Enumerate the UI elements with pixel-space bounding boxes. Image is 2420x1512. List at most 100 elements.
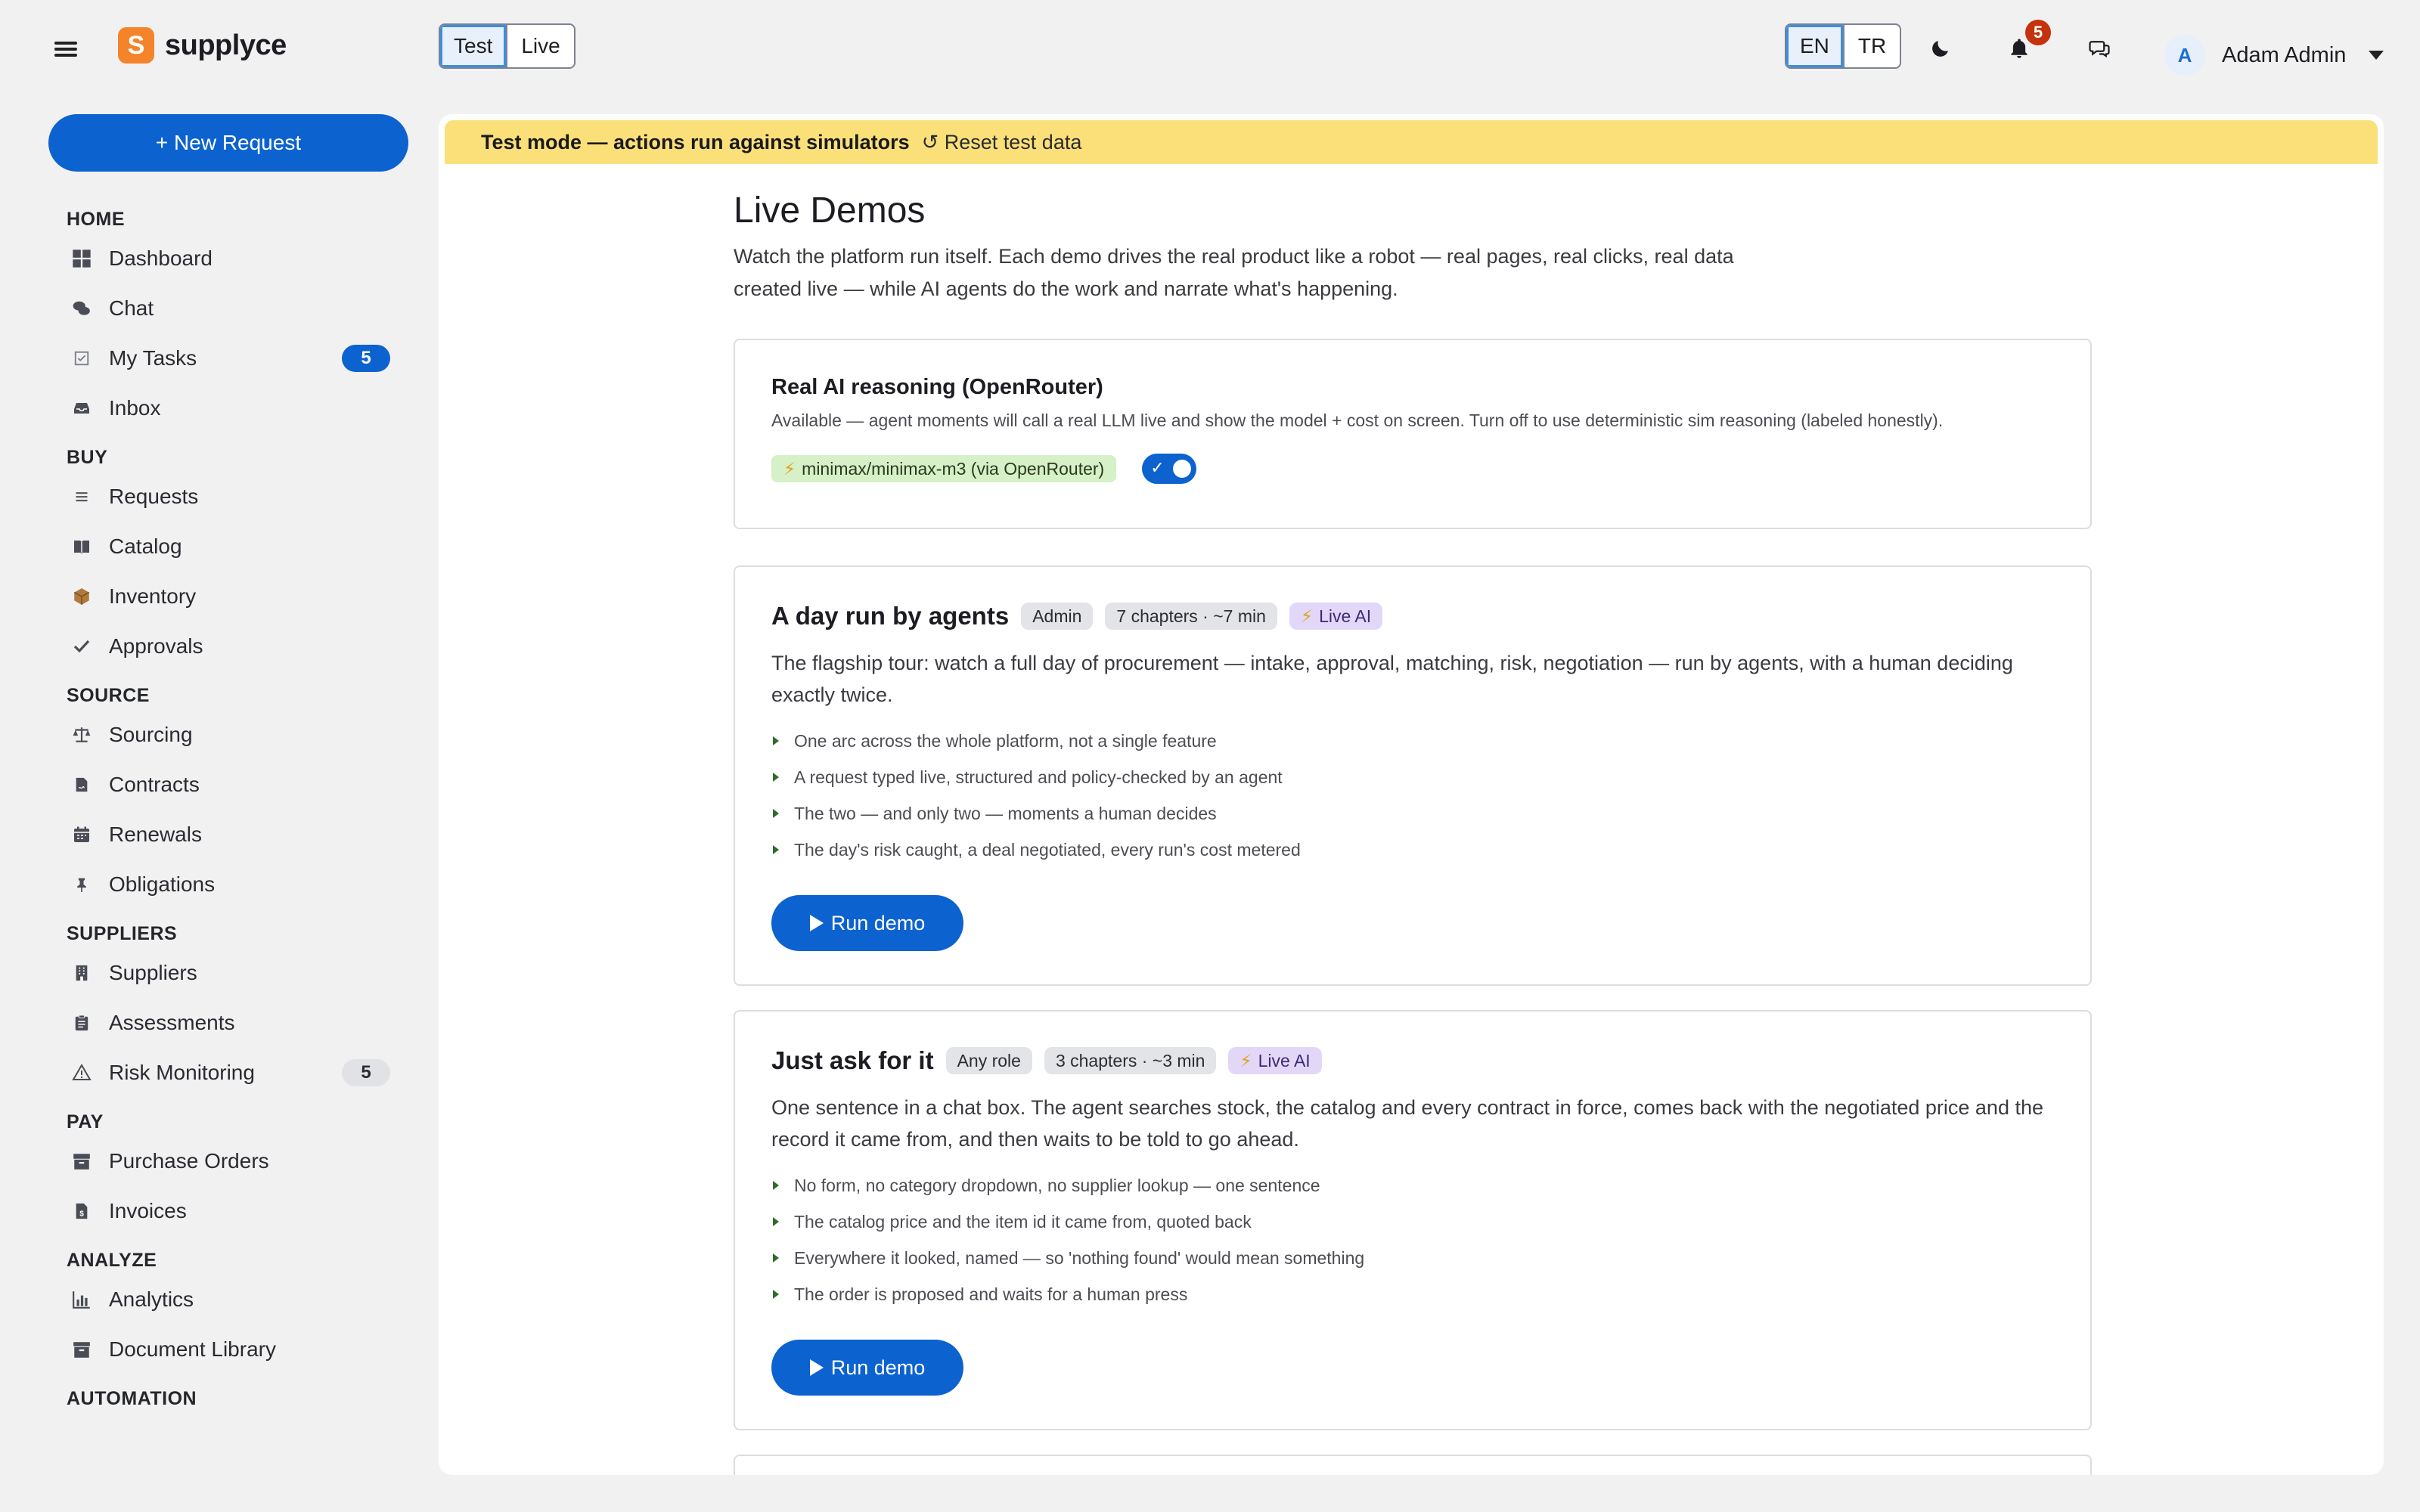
bullet-text: A request typed live, structured and pol…	[794, 767, 1283, 787]
run-demo-button[interactable]: Run demo	[771, 895, 963, 951]
list-item: Everywhere it looked, named — so 'nothin…	[771, 1240, 2054, 1276]
sidebar-item-label: Chat	[109, 296, 154, 320]
sidebar-item-assessments[interactable]: Assessments	[48, 998, 408, 1048]
bullet-triangle-icon	[773, 845, 779, 854]
demo-title: A day run by agents	[771, 602, 1010, 630]
lightning-icon: ⚡	[1300, 606, 1314, 626]
sidebar-item-analytics[interactable]: Analytics	[48, 1275, 408, 1325]
user-menu[interactable]: A Adam Admin	[2164, 35, 2384, 76]
svg-text:$: $	[79, 1210, 84, 1218]
mode-test-option[interactable]: Test	[440, 25, 507, 67]
sidebar-item-inventory[interactable]: Inventory	[48, 572, 408, 621]
scale-icon	[70, 723, 94, 747]
sidebar-section-analyze: ANALYZE	[67, 1250, 157, 1271]
risk-count-badge: 5	[342, 1059, 390, 1086]
mode-live-option[interactable]: Live	[506, 25, 573, 67]
notifications-count-badge: 5	[2025, 20, 2051, 45]
sidebar-item-sourcing[interactable]: Sourcing	[48, 710, 408, 760]
top-bar: S supplyce Test Live EN TR 5 A Adam Admi…	[0, 0, 2420, 98]
list-icon	[70, 485, 94, 509]
hamburger-menu-icon[interactable]	[54, 39, 77, 59]
lightning-icon: ⚡	[1239, 1050, 1252, 1070]
play-icon	[809, 1359, 824, 1376]
bullet-triangle-icon	[773, 1290, 779, 1299]
duration-tag: 3 chapters · ~3 min	[1044, 1047, 1217, 1074]
clipboard-icon	[70, 1011, 94, 1035]
next-demo-card	[734, 1455, 2092, 1475]
warning-icon	[70, 1061, 94, 1085]
sidebar-item-label: Approvals	[109, 634, 203, 658]
model-pill: ⚡ minimax/minimax-m3 (via OpenRouter)	[771, 455, 1117, 482]
sidebar-section-home: HOME	[67, 209, 125, 230]
user-name: Adam Admin	[2222, 42, 2347, 67]
logo[interactable]: S supplyce	[118, 27, 287, 64]
ai-reasoning-toggle[interactable]: ✓	[1142, 454, 1197, 484]
sidebar-item-inbox[interactable]: Inbox	[48, 383, 408, 433]
sidebar-item-approvals[interactable]: Approvals	[48, 621, 408, 671]
sidebar-item-label: Obligations	[109, 872, 216, 896]
archive-icon	[70, 1149, 94, 1173]
lang-en-option[interactable]: EN	[1786, 25, 1843, 67]
page-title: Live Demos	[734, 191, 926, 231]
sidebar-section-buy: BUY	[67, 447, 108, 468]
check-icon: ✓	[1150, 458, 1165, 477]
sidebar-item-label: Purchase Orders	[109, 1149, 269, 1173]
bullet-text: Everywhere it looked, named — so 'nothin…	[794, 1247, 1365, 1268]
role-tag: Admin	[1021, 603, 1094, 630]
sidebar-item-label: Invoices	[109, 1199, 187, 1222]
run-demo-label: Run demo	[830, 911, 926, 934]
lang-tr-option[interactable]: TR	[1842, 25, 1900, 67]
sidebar-item-label: Inventory	[109, 584, 197, 608]
chevron-down-icon	[2369, 51, 2384, 60]
sidebar-item-catalog[interactable]: Catalog	[48, 522, 408, 572]
sidebar-item-obligations[interactable]: Obligations	[48, 860, 408, 909]
sidebar-item-my-tasks[interactable]: My Tasks 5	[48, 333, 408, 383]
sidebar: HOME Dashboard Chat My Tasks 5 Inbox BUY…	[48, 197, 408, 1482]
bullet-triangle-icon	[773, 1181, 779, 1190]
sidebar-item-label: Sourcing	[109, 723, 193, 746]
sidebar-item-contracts[interactable]: Contracts	[48, 760, 408, 810]
run-demo-button[interactable]: Run demo	[771, 1340, 963, 1396]
invoice-icon: $	[70, 1199, 94, 1223]
new-request-button[interactable]: + New Request	[48, 114, 408, 172]
demo-bullets: No form, no category dropdown, no suppli…	[771, 1167, 2054, 1312]
live-ai-label: Live AI	[1258, 1050, 1311, 1070]
demo-description: One sentence in a chat box. The agent se…	[771, 1096, 2044, 1151]
toggle-knob	[1173, 460, 1192, 478]
sidebar-item-purchase-orders[interactable]: Purchase Orders	[48, 1136, 408, 1186]
demo-description: The flagship tour: watch a full day of p…	[771, 652, 2013, 706]
sidebar-item-label: Contracts	[109, 773, 200, 796]
sidebar-item-requests[interactable]: Requests	[48, 472, 408, 522]
demo-card: A day run by agents Admin 7 chapters · ~…	[734, 565, 2092, 986]
messages-icon[interactable]	[2084, 33, 2114, 64]
language-switch: EN TR	[1785, 23, 1902, 69]
sidebar-item-document-library[interactable]: Document Library	[48, 1325, 408, 1374]
dark-mode-icon[interactable]	[1925, 33, 1956, 64]
library-icon	[70, 1337, 94, 1362]
sidebar-item-label: Analytics	[109, 1287, 194, 1311]
sidebar-item-chat[interactable]: Chat	[48, 284, 408, 333]
bullet-triangle-icon	[773, 809, 779, 818]
sidebar-section-automation: AUTOMATION	[67, 1388, 197, 1409]
calendar-icon	[70, 823, 94, 847]
play-icon	[809, 915, 824, 931]
bullet-text: One arc across the whole platform, not a…	[794, 730, 1217, 751]
bullet-triangle-icon	[773, 736, 779, 745]
sidebar-item-label: Dashboard	[109, 246, 213, 270]
book-icon	[70, 534, 94, 559]
sidebar-item-invoices[interactable]: $ Invoices	[48, 1186, 408, 1236]
sidebar-item-risk-monitoring[interactable]: Risk Monitoring 5	[48, 1048, 408, 1098]
sidebar-item-renewals[interactable]: Renewals	[48, 810, 408, 860]
logo-mark-icon: S	[118, 27, 154, 64]
reset-test-data-button[interactable]: ↺ Reset test data	[922, 131, 1082, 154]
sidebar-item-label: Requests	[109, 485, 199, 508]
avatar: A	[2164, 35, 2205, 76]
sidebar-item-suppliers[interactable]: Suppliers	[48, 948, 408, 998]
list-item: One arc across the whole platform, not a…	[771, 723, 2054, 759]
sidebar-item-dashboard[interactable]: Dashboard	[48, 234, 408, 284]
brand-name: supplyce	[165, 29, 287, 61]
test-mode-banner: Test mode — actions run against simulato…	[445, 120, 2378, 164]
sidebar-item-label: Assessments	[109, 1011, 235, 1034]
live-ai-tag: ⚡ Live AI	[1289, 603, 1383, 630]
tasks-count-badge: 5	[342, 345, 390, 372]
